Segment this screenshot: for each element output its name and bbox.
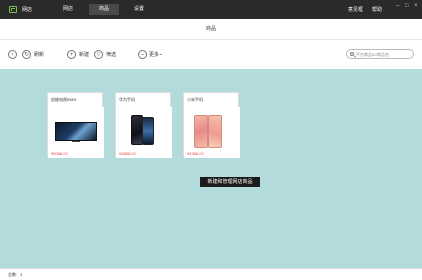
refresh-button[interactable]: 刷新 bbox=[34, 51, 44, 58]
product-card[interactable]: 小米手机 ¥4388.00 bbox=[183, 92, 240, 158]
new-button[interactable]: 新建 bbox=[79, 51, 89, 58]
maximize-icon[interactable]: □ bbox=[405, 3, 409, 9]
phone-image-xiaomi bbox=[194, 115, 208, 148]
nav-tab-shop[interactable]: 网店 bbox=[60, 4, 76, 15]
product-card[interactable]: 创维电视55E9 ¥5088.00 bbox=[47, 92, 104, 158]
product-title: 华为手机 bbox=[119, 97, 135, 102]
app-logo-icon bbox=[9, 6, 17, 13]
help-link[interactable]: 帮助 bbox=[372, 6, 382, 13]
product-price: ¥3888.00 bbox=[119, 151, 136, 156]
minimize-icon[interactable]: – bbox=[396, 3, 399, 9]
phone-image-huawei-front bbox=[142, 117, 154, 145]
nav-tab-products[interactable]: 商品 bbox=[89, 4, 119, 15]
total-count: 总数：3 bbox=[8, 272, 23, 277]
chevron-down-icon[interactable]: ⌄ bbox=[159, 51, 163, 57]
feedback-link[interactable]: 意见框 bbox=[348, 6, 363, 13]
refresh-icon[interactable]: ↻ bbox=[22, 50, 31, 59]
product-price: ¥5088.00 bbox=[51, 151, 68, 156]
tooltip: 新建和管理网店商品 bbox=[200, 177, 260, 187]
product-price: ¥4388.00 bbox=[187, 151, 204, 156]
product-title: 小米手机 bbox=[187, 97, 203, 102]
product-title: 创维电视55E9 bbox=[51, 97, 77, 102]
top-bar: 网店 网店 商品 设置 意见框 帮助 – □ × bbox=[0, 0, 422, 19]
phone-image-xiaomi-back bbox=[208, 115, 222, 148]
page-title: 商品 bbox=[0, 19, 422, 40]
back-icon[interactable]: ‹ bbox=[8, 50, 17, 59]
app-name: 网店 bbox=[22, 7, 33, 13]
product-card[interactable]: 华为手机 ¥3888.00 bbox=[115, 92, 172, 158]
close-icon[interactable]: × bbox=[414, 3, 418, 9]
add-icon[interactable]: + bbox=[67, 50, 76, 59]
tv-stand bbox=[72, 141, 80, 142]
filter-icon[interactable]: ▽ bbox=[94, 50, 103, 59]
more-button[interactable]: 更多 bbox=[149, 51, 159, 58]
search-box[interactable] bbox=[346, 49, 414, 59]
tv-image bbox=[55, 122, 97, 141]
filter-button[interactable]: 筛选 bbox=[106, 51, 116, 58]
search-input[interactable] bbox=[356, 51, 412, 58]
status-bar: 总数：3 bbox=[0, 268, 422, 280]
search-icon bbox=[350, 52, 354, 56]
more-icon[interactable]: – bbox=[138, 50, 147, 59]
nav-tab-settings[interactable]: 设置 bbox=[131, 4, 147, 15]
